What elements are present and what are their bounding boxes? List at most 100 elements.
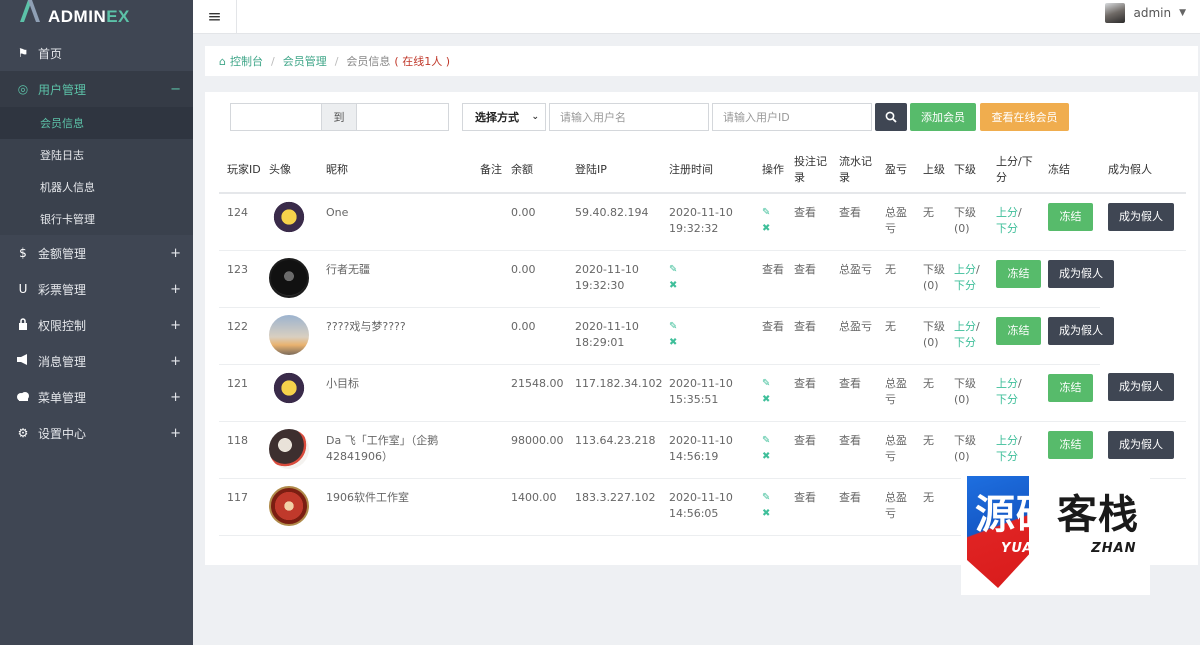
- view-online-button[interactable]: 查看在线会员: [980, 103, 1069, 131]
- flow-records-link[interactable]: 查看: [831, 478, 877, 536]
- freeze-button[interactable]: 冻结: [1048, 430, 1093, 459]
- edit-icon[interactable]: ✎: [762, 376, 786, 392]
- sidebar-item-user-management[interactable]: ◎ 用户管理 −: [0, 71, 193, 107]
- remark: [472, 421, 503, 479]
- bet-records-link[interactable]: 查看: [786, 193, 831, 251]
- sidebar-item-lottery[interactable]: U 彩票管理 +: [0, 271, 193, 307]
- menu-toggle-icon[interactable]: ≡: [193, 0, 237, 34]
- username-input[interactable]: 请输入用户名: [549, 103, 709, 131]
- edit-icon[interactable]: ✎: [669, 262, 754, 278]
- make-fake-button[interactable]: 成为假人: [1108, 430, 1174, 459]
- sub-points-link[interactable]: 下分: [996, 450, 1018, 463]
- add-points-link[interactable]: 上分: [996, 206, 1018, 219]
- breadcrumb-home[interactable]: 控制台: [230, 53, 263, 69]
- actions-cell: ✎ ✖: [754, 421, 786, 479]
- freeze-button[interactable]: 冻结: [996, 316, 1041, 345]
- fake-cell: 成为假人: [1040, 307, 1114, 365]
- edit-icon[interactable]: ✎: [762, 490, 786, 506]
- sidebar-subitem-login-log[interactable]: 登陆日志: [0, 139, 193, 171]
- expand-toggle[interactable]: +: [170, 426, 181, 441]
- sub-link[interactable]: 下级(0): [946, 193, 988, 251]
- add-points-link[interactable]: 上分: [954, 263, 976, 276]
- expand-toggle[interactable]: +: [170, 282, 181, 297]
- sub-points-link[interactable]: 下分: [996, 393, 1018, 406]
- add-points-link[interactable]: 上分: [954, 320, 976, 333]
- make-fake-button[interactable]: 成为假人: [1048, 259, 1114, 288]
- search-button[interactable]: [875, 103, 907, 131]
- expand-toggle[interactable]: +: [170, 354, 181, 369]
- bet-records-link[interactable]: 查看: [754, 250, 786, 308]
- edit-icon[interactable]: ✎: [762, 433, 786, 449]
- user-menu[interactable]: admin ▼: [1105, 3, 1186, 23]
- flow-records-link[interactable]: 查看: [831, 193, 877, 251]
- method-select[interactable]: 选择方式 ⌄: [462, 103, 546, 131]
- delete-icon[interactable]: ✖: [762, 221, 786, 237]
- make-fake-button[interactable]: 成为假人: [1048, 316, 1114, 345]
- expand-toggle[interactable]: +: [170, 318, 181, 333]
- sidebar-item-messages[interactable]: 消息管理 +: [0, 343, 193, 379]
- profit-link[interactable]: 总盈亏: [877, 421, 915, 479]
- col-header-parent: 上级: [915, 148, 946, 194]
- sub-link[interactable]: 下级(0): [946, 364, 988, 422]
- edit-icon[interactable]: ✎: [762, 205, 786, 221]
- flow-records-link[interactable]: 查看: [831, 364, 877, 422]
- sub-points-link[interactable]: 下分: [996, 222, 1018, 235]
- freeze-button[interactable]: 冻结: [1048, 373, 1093, 402]
- bet-records-link[interactable]: 查看: [786, 364, 831, 422]
- edit-icon[interactable]: ✎: [669, 319, 754, 335]
- sidebar-item-home[interactable]: ⚑ 首页: [0, 35, 193, 71]
- delete-icon[interactable]: ✖: [669, 278, 754, 294]
- sidebar-item-menus[interactable]: 菜单管理 +: [0, 379, 193, 415]
- freeze-button[interactable]: 冻结: [996, 259, 1041, 288]
- freeze-cell: 冻结: [988, 307, 1041, 365]
- expand-toggle[interactable]: +: [170, 390, 181, 405]
- table-row: 122 ????戏与梦???? 0.00 2020-11-10 18:29:01 …: [219, 307, 1186, 365]
- sub-link[interactable]: 下级(0): [915, 250, 946, 308]
- flow-records-link[interactable]: 查看: [786, 307, 831, 365]
- profit-link[interactable]: 总盈亏: [831, 307, 877, 365]
- end-input[interactable]: [356, 103, 449, 131]
- delete-icon[interactable]: ✖: [762, 449, 786, 465]
- profit-link[interactable]: 总盈亏: [877, 364, 915, 422]
- start-input[interactable]: [230, 103, 322, 131]
- profit-link[interactable]: 总盈亏: [877, 193, 915, 251]
- bet-records-link[interactable]: 查看: [786, 478, 831, 536]
- register-clock: 19:32:30: [575, 278, 625, 292]
- sub-points-link[interactable]: 下分: [954, 279, 976, 292]
- flow-records-link[interactable]: 查看: [831, 421, 877, 479]
- collapse-toggle[interactable]: −: [170, 82, 181, 97]
- make-fake-button[interactable]: 成为假人: [1108, 373, 1174, 401]
- make-fake-button[interactable]: 成为假人: [1108, 203, 1174, 231]
- add-points-link[interactable]: 上分: [996, 377, 1018, 390]
- delete-icon[interactable]: ✖: [669, 335, 754, 351]
- sidebar-item-permissions[interactable]: 权限控制 +: [0, 307, 193, 343]
- expand-toggle[interactable]: +: [170, 246, 181, 261]
- profit-link[interactable]: 总盈亏: [877, 478, 915, 536]
- delete-icon[interactable]: ✖: [762, 506, 786, 522]
- sidebar-item-funds[interactable]: $ 金额管理 +: [0, 235, 193, 271]
- user-submenu: 会员信息 登陆日志 机器人信息 银行卡管理: [0, 107, 193, 235]
- profit-link[interactable]: 总盈亏: [831, 250, 877, 308]
- flow-records-link[interactable]: 查看: [786, 250, 831, 308]
- remark: [472, 364, 503, 422]
- register-clock: 14:56:05: [669, 506, 719, 520]
- bet-records-link[interactable]: 查看: [786, 421, 831, 479]
- breadcrumb-section[interactable]: 会员管理: [283, 53, 327, 69]
- add-points-link[interactable]: 上分: [996, 434, 1018, 447]
- sidebar-subitem-member-info[interactable]: 会员信息: [0, 107, 193, 139]
- brand-logo[interactable]: ADMIN EX: [0, 0, 193, 34]
- sub-link[interactable]: 下级(0): [915, 307, 946, 365]
- sub-link[interactable]: 下级(0): [946, 421, 988, 479]
- sidebar-subitem-robot-info[interactable]: 机器人信息: [0, 171, 193, 203]
- add-member-button[interactable]: 添加会员: [910, 103, 976, 131]
- bet-records-link[interactable]: 查看: [754, 307, 786, 365]
- userid-input[interactable]: 请输入用户ID: [712, 103, 872, 131]
- freeze-button[interactable]: 冻结: [1048, 203, 1093, 231]
- watermark-char: 客栈: [1057, 492, 1139, 538]
- sidebar-item-settings[interactable]: ⚙ 设置中心 +: [0, 415, 193, 451]
- sidebar-subitem-bank-card[interactable]: 银行卡管理: [0, 203, 193, 235]
- points-cell: 上分/下分: [988, 421, 1040, 479]
- sub-points-link[interactable]: 下分: [954, 336, 976, 349]
- register-time: 2020-11-10 14:56:19: [661, 421, 754, 479]
- delete-icon[interactable]: ✖: [762, 392, 786, 408]
